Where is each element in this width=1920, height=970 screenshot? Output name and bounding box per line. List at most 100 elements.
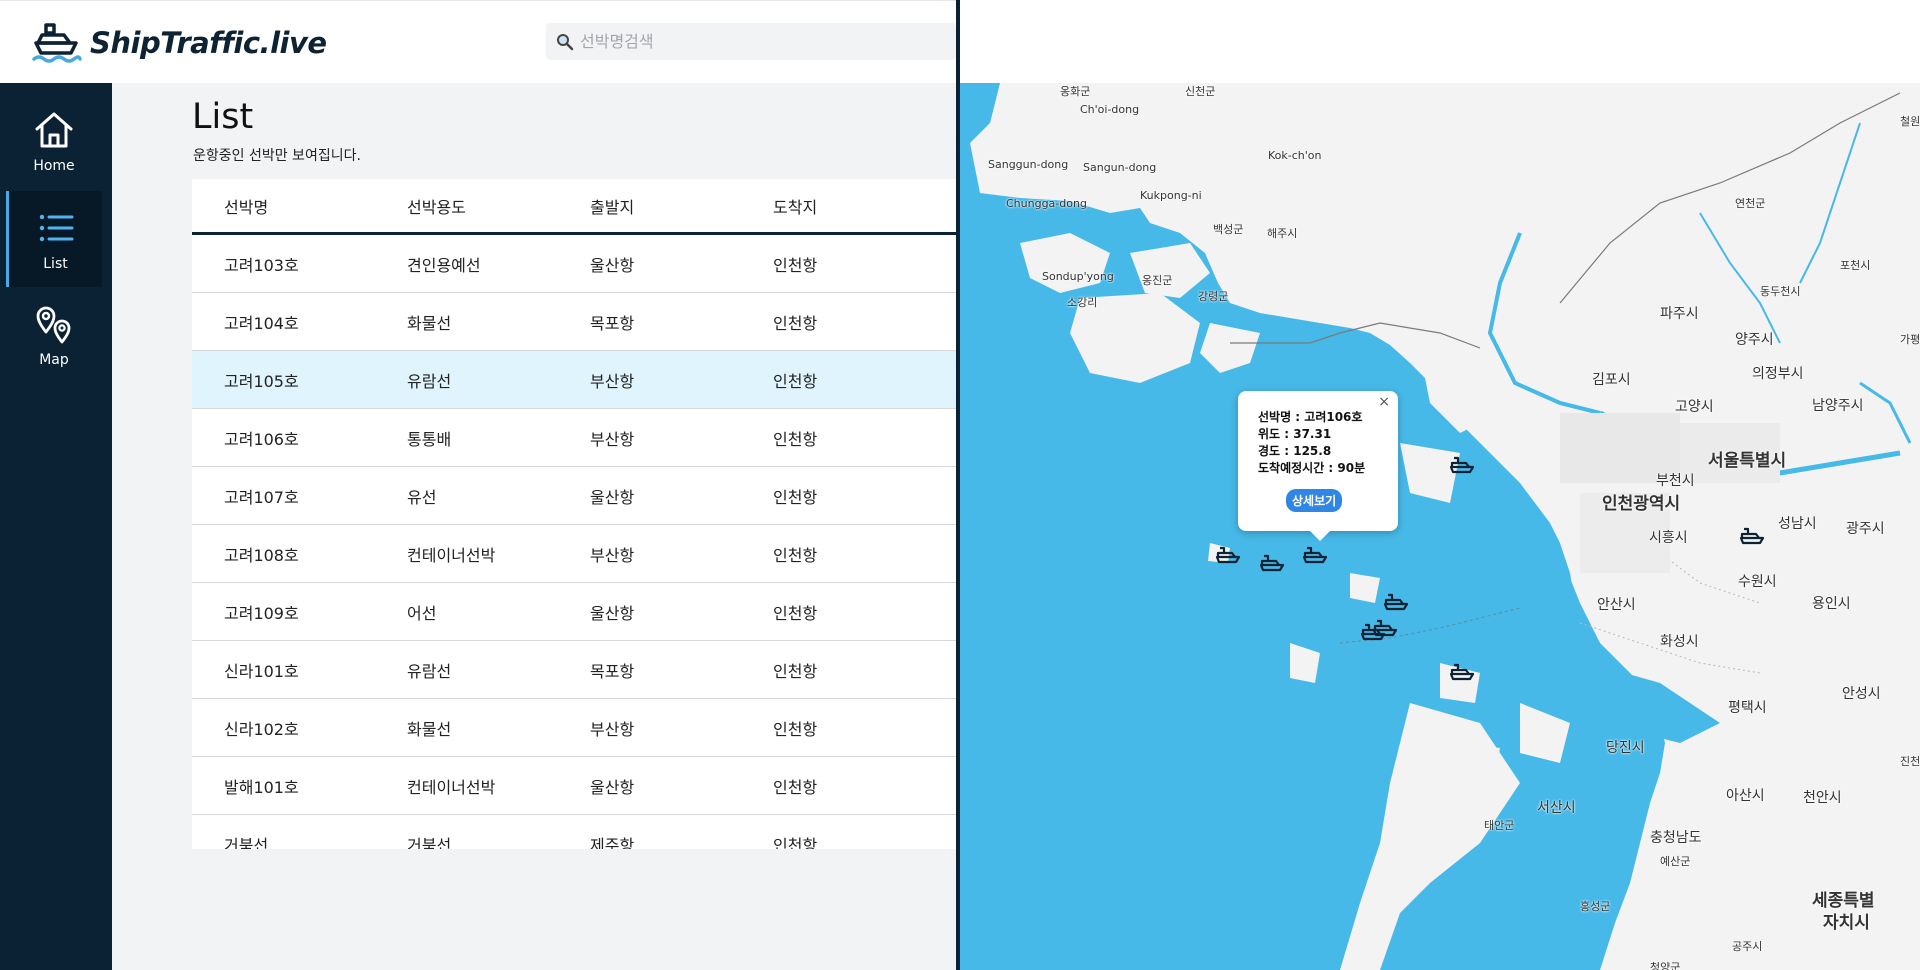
cell-ship-purpose: 유람선 bbox=[407, 661, 452, 681]
map-label: 자치시 bbox=[1823, 913, 1870, 933]
map-label: 김포시 bbox=[1592, 372, 1631, 388]
cell-departure: 울산항 bbox=[590, 255, 635, 275]
map-label: 가평 bbox=[1900, 333, 1920, 346]
map-label: Chungga-dong bbox=[1006, 197, 1087, 210]
map-label: 포천시 bbox=[1840, 259, 1871, 272]
cell-destination: 인천항 bbox=[773, 545, 818, 565]
app-logo[interactable]: ShipTraffic.live bbox=[32, 19, 327, 67]
cell-ship-purpose: 유선 bbox=[407, 487, 437, 507]
search-input[interactable] bbox=[580, 32, 940, 51]
popup-longitude: 경도 : 125.8 bbox=[1258, 444, 1332, 458]
ship-marker[interactable] bbox=[1450, 456, 1476, 474]
map-label: 철원 bbox=[1900, 115, 1920, 128]
popup-latitude: 위도 : 37.31 bbox=[1258, 427, 1332, 441]
map-label: Kok-ch'on bbox=[1268, 149, 1322, 162]
cell-departure: 부산항 bbox=[590, 719, 635, 739]
cell-ship-purpose: 통통배 bbox=[407, 429, 452, 449]
map-label: 천안시 bbox=[1803, 790, 1842, 806]
cell-destination: 인천항 bbox=[773, 835, 818, 850]
map-label: 부천시 bbox=[1656, 473, 1695, 489]
map-label: 충청남도 bbox=[1650, 830, 1702, 846]
table-row[interactable]: 신라101호 유람선 목포항 인천항 bbox=[192, 641, 956, 699]
cell-ship-name: 고려106호 bbox=[224, 429, 299, 449]
header-ship-purpose[interactable]: 선박용도 bbox=[407, 194, 466, 218]
nav-label-map: Map bbox=[39, 352, 69, 368]
nav-item-list[interactable]: List bbox=[6, 191, 102, 287]
header-destination[interactable]: 도착지 bbox=[773, 194, 817, 218]
page-subtitle: 운항중인 선박만 보여집니다. bbox=[193, 148, 361, 164]
table-row[interactable]: 고려108호 컨테이너선박 부산항 인천항 bbox=[192, 525, 956, 583]
cell-ship-name: 고려104호 bbox=[224, 313, 299, 333]
ship-marker[interactable] bbox=[1450, 663, 1476, 681]
table-header: 선박명 선박용도 출발지 도착지 bbox=[192, 179, 956, 235]
map-label: 아산시 bbox=[1726, 788, 1765, 804]
cell-destination: 인천항 bbox=[773, 719, 818, 739]
home-icon bbox=[35, 112, 73, 148]
table-row[interactable]: 신라102호 화물선 부산항 인천항 bbox=[192, 699, 956, 757]
cell-destination: 인천항 bbox=[773, 777, 818, 797]
popup-close-button[interactable]: × bbox=[1378, 394, 1390, 410]
map-label: 당진시 bbox=[1606, 740, 1645, 756]
map-label: Ch'oi-dong bbox=[1080, 103, 1140, 116]
ship-table[interactable]: 선박명 선박용도 출발지 도착지 고려103호 견인용예선 울산항 인천항 고려104호… bbox=[192, 179, 956, 849]
ship-marker[interactable] bbox=[1216, 546, 1242, 564]
map-pin-icon bbox=[36, 306, 71, 344]
map-label: 청양군 bbox=[1650, 961, 1681, 970]
nav-item-map[interactable]: Map bbox=[6, 287, 102, 383]
ship-marker[interactable] bbox=[1361, 623, 1387, 641]
table-row[interactable]: 고려106호 통통배 부산항 인천항 bbox=[192, 409, 956, 467]
map-label: 안성시 bbox=[1842, 686, 1881, 702]
cell-ship-purpose: 컨테이너선박 bbox=[407, 777, 496, 797]
map-label: 광주시 bbox=[1846, 521, 1885, 537]
cell-departure: 제주항 bbox=[590, 835, 635, 850]
cell-departure: 부산항 bbox=[590, 429, 635, 449]
table-row[interactable]: 고려105호 유람선 부산항 인천항 bbox=[192, 351, 956, 409]
cell-ship-purpose: 화물선 bbox=[407, 313, 452, 333]
map-header-blank bbox=[960, 0, 1920, 83]
table-row[interactable]: 고려107호 유선 울산항 인천항 bbox=[192, 467, 956, 525]
detail-button[interactable]: 상세보기 bbox=[1286, 489, 1343, 512]
cell-destination: 인천항 bbox=[773, 255, 818, 275]
map-label: Sanggun-dong bbox=[988, 158, 1069, 171]
cell-destination: 인천항 bbox=[773, 661, 818, 681]
cell-destination: 인천항 bbox=[773, 487, 818, 507]
table-row[interactable]: 고려109호 어선 울산항 인천항 bbox=[192, 583, 956, 641]
header-ship-name[interactable]: 선박명 bbox=[224, 194, 268, 218]
table-row[interactable]: 거북선 거북선 제주항 인천항 bbox=[192, 815, 956, 849]
map-label: 공주시 bbox=[1732, 940, 1763, 953]
search-box[interactable] bbox=[546, 23, 956, 60]
cell-ship-name: 거북선 bbox=[224, 835, 269, 850]
ship-marker[interactable] bbox=[1384, 593, 1410, 611]
cell-ship-name: 신라101호 bbox=[224, 661, 299, 681]
map-label: 안산시 bbox=[1597, 597, 1636, 613]
map-label: 고양시 bbox=[1675, 399, 1714, 415]
map-label: 서울특별시 bbox=[1708, 451, 1787, 471]
cell-departure: 부산항 bbox=[590, 371, 635, 391]
nav-label-list: List bbox=[43, 256, 68, 272]
map-view[interactable]: 옹화군 신천군 Ch'oi-dong Kok-ch'on Sanggun-don… bbox=[960, 83, 1920, 970]
nav-item-home[interactable]: Home bbox=[6, 93, 102, 189]
table-row[interactable]: 고려103호 견인용예선 울산항 인천항 bbox=[192, 235, 956, 293]
header-departure[interactable]: 출발지 bbox=[590, 194, 634, 218]
map-label: Sondup'yong bbox=[1042, 270, 1114, 283]
cell-ship-name: 신라102호 bbox=[224, 719, 299, 739]
cell-ship-purpose: 컨테이너선박 bbox=[407, 545, 496, 565]
map-label: 소강리 bbox=[1067, 296, 1098, 309]
map-label: 수원시 bbox=[1738, 574, 1777, 590]
cell-departure: 울산항 bbox=[590, 487, 635, 507]
cell-departure: 목포항 bbox=[590, 661, 635, 681]
cell-ship-name: 고려107호 bbox=[224, 487, 299, 507]
map-label: Kukpong-ni bbox=[1140, 189, 1202, 202]
cell-departure: 목포항 bbox=[590, 313, 635, 333]
ship-marker[interactable] bbox=[1260, 554, 1286, 572]
ship-marker-selected[interactable] bbox=[1303, 546, 1329, 564]
cell-ship-name: 고려103호 bbox=[224, 255, 299, 275]
map-label: 남양주시 bbox=[1812, 398, 1864, 414]
table-row[interactable]: 발해101호 컨테이너선박 울산항 인천항 bbox=[192, 757, 956, 815]
ship-marker[interactable] bbox=[1740, 527, 1766, 545]
map-label: Sangun-dong bbox=[1083, 161, 1157, 174]
map-label: 시흥시 bbox=[1649, 530, 1688, 546]
map-base bbox=[960, 83, 1912, 970]
table-row[interactable]: 고려104호 화물선 목포항 인천항 bbox=[192, 293, 956, 351]
map-label: 평택시 bbox=[1728, 700, 1767, 716]
